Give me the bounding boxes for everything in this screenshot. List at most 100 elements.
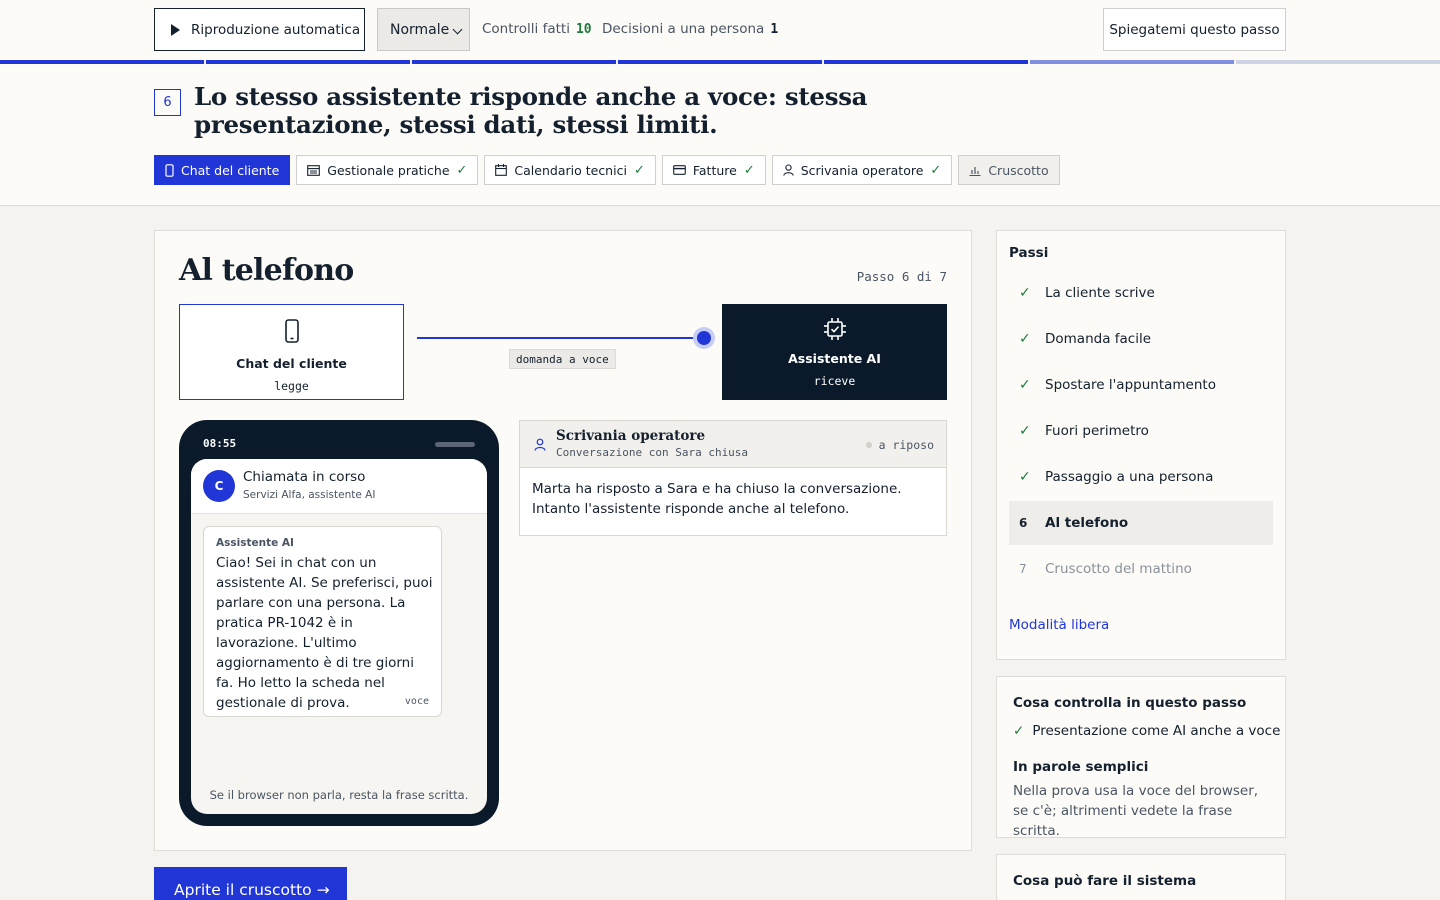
sidebar-step-label: Al telefono	[1045, 515, 1129, 531]
flow-source-node: Chat del cliente legge	[179, 304, 404, 400]
play-icon	[171, 23, 180, 36]
check-icon: ✓	[1019, 469, 1031, 485]
sidebar-step[interactable]: ✓ Passaggio a una persona	[1009, 455, 1273, 499]
phone-clock: 08:55	[203, 437, 237, 450]
free-mode-link[interactable]: Modalità libera	[1009, 617, 1109, 633]
check-item-label: Presentazione come AI anche a voce	[1032, 723, 1281, 739]
operator-panel-title: Scrivania operatore	[556, 428, 706, 444]
phone-icon	[284, 319, 299, 343]
call-subtitle: Servizi Alfa, assistente AI	[243, 489, 376, 501]
tab-label: Fatture	[692, 162, 737, 178]
tab-cruscotto[interactable]: Cruscotto	[958, 155, 1060, 185]
sidebar-step[interactable]: ✓ La cliente scrive	[1009, 271, 1273, 315]
tab-scrivania-operatore[interactable]: Scrivania operatore ✓	[771, 155, 953, 185]
tab-chat-del-cliente[interactable]: Chat del cliente	[154, 155, 291, 185]
step-number: 6	[1019, 516, 1028, 530]
avatar: C	[203, 470, 235, 502]
chevron-down-icon	[452, 24, 463, 35]
call-header: C Chiamata in corso Servizi Alfa, assist…	[191, 459, 487, 514]
plain-words-heading: In parole semplici	[1013, 759, 1149, 775]
decisions-stat: Decisioni a una persona 1	[602, 21, 778, 37]
main-card: Al telefono Passo 6 di 7 Chat del client…	[154, 230, 972, 851]
capabilities-panel: Cosa può fare il sistema	[996, 854, 1286, 900]
speed-select[interactable]: Normale	[377, 8, 470, 51]
check-icon: ✓	[1019, 285, 1031, 301]
steps-heading: Passi	[1009, 245, 1049, 261]
tab-gestionale-pratiche[interactable]: Gestionale pratiche ✓	[296, 155, 479, 185]
status-text: a riposo	[878, 438, 934, 452]
checks-heading: Cosa controlla in questo passo	[1013, 695, 1247, 711]
table-icon	[307, 164, 321, 176]
steps-list: ✓ La cliente scrive ✓ Domanda facile ✓ Sposta…	[1009, 271, 1273, 593]
sidebar-step-label: Passaggio a una persona	[1045, 469, 1214, 485]
tab-calendario-tecnici[interactable]: Calendario tecnici ✓	[484, 155, 656, 185]
operator-panel-subtitle: Conversazione con Sara chiusa	[556, 446, 749, 459]
sidebar-step[interactable]: 7 Cruscotto del mattino	[1009, 547, 1273, 591]
sidebar-step-label: Domanda facile	[1045, 331, 1152, 347]
flow-pulse-dot	[697, 331, 711, 345]
explain-step-button[interactable]: Spiegatemi questo passo	[1103, 8, 1286, 51]
user-icon	[782, 164, 794, 176]
sidebar-step[interactable]: ✓ Fuori perimetro	[1009, 409, 1273, 453]
tab-fatture[interactable]: Fatture ✓	[661, 155, 766, 185]
check-icon: ✓	[1013, 723, 1025, 739]
assistant-message: Assistente AI Ciao! Sei in chat con un a…	[203, 526, 442, 717]
step-counter: Passo 6 di 7	[856, 269, 947, 284]
check-icon: ✓	[633, 162, 645, 178]
step-number-badge: 6	[154, 89, 181, 116]
sidebar-step-label: Cruscotto del mattino	[1045, 561, 1192, 577]
sidebar-step[interactable]: ✓ Spostare l'appuntamento	[1009, 363, 1273, 407]
checks-label: Controlli fatti	[482, 21, 570, 37]
checks-panel: Cosa controlla in questo passo ✓ Present…	[996, 676, 1286, 839]
status-dot-icon	[865, 442, 872, 448]
autoplay-button[interactable]: Riproduzione automatica	[154, 8, 365, 51]
message-channel-tag: voce	[404, 696, 429, 707]
check-item: ✓ Presentazione come AI anche a voce	[1013, 723, 1280, 739]
operator-panel: Scrivania operatore Conversazione con Sa…	[519, 420, 947, 536]
check-icon: ✓	[1019, 423, 1031, 439]
checks-stat: Controlli fatti 10	[482, 21, 592, 37]
step-header: 6 Lo stesso assistente risponde anche a …	[0, 64, 1440, 206]
flow-target-sub: riceve	[813, 374, 856, 388]
phone-notch	[435, 442, 475, 447]
check-icon: ✓	[1019, 377, 1031, 393]
tab-label: Calendario tecnici	[514, 162, 627, 178]
call-title: Chiamata in corso	[243, 469, 366, 485]
calendar-icon	[495, 164, 508, 176]
flow-source-title: Chat del cliente	[236, 356, 347, 371]
sidebar-step[interactable]: ✓ Domanda facile	[1009, 317, 1273, 361]
sidebar-step[interactable]: 6 Al telefono	[1009, 501, 1273, 545]
phone-mockup: 08:55 C Chiamata in corso Servizi Alfa, …	[179, 420, 499, 826]
chip-icon	[823, 318, 846, 340]
phone-footer-note: Se il browser non parla, resta la frase …	[209, 788, 469, 802]
status-badge: a riposo	[865, 438, 934, 452]
step-number: 7	[1019, 562, 1027, 576]
flow-link-label: domanda a voce	[509, 349, 616, 369]
flow-target-node: Assistente AI riceve	[722, 304, 947, 400]
tab-label: Scrivania operatore	[800, 162, 924, 178]
check-icon: ✓	[456, 162, 468, 178]
section-heading: Al telefono	[179, 253, 354, 288]
checks-count: 10	[575, 22, 592, 37]
tab-label: Cruscotto	[988, 162, 1049, 178]
sidebar-step-label: Fuori perimetro	[1045, 423, 1149, 439]
steps-sidebar: Passi ✓ La cliente scrive ✓ Domanda facile ✓…	[996, 230, 1286, 660]
system-tabs: Chat del cliente Gestionale pratiche ✓ Cale…	[154, 155, 1060, 185]
check-icon: ✓	[743, 162, 755, 178]
plain-words-text: Nella prova usa la voce del browser, se …	[1013, 783, 1259, 839]
operator-panel-header: Scrivania operatore Conversazione con Sa…	[520, 421, 946, 468]
phone-screen: C Chiamata in corso Servizi Alfa, assist…	[191, 459, 487, 814]
flow-connector	[417, 337, 705, 339]
tab-label: Chat del cliente	[181, 162, 280, 178]
open-dashboard-button[interactable]: Aprite il cruscotto →	[154, 867, 347, 900]
flow-target-title: Assistente AI	[788, 351, 881, 366]
sidebar-step-label: Spostare l'appuntamento	[1045, 377, 1216, 393]
message-sender: Assistente AI	[216, 537, 294, 549]
capabilities-heading: Cosa può fare il sistema	[1013, 873, 1197, 889]
user-icon	[534, 438, 546, 451]
decisions-count: 1	[770, 22, 779, 37]
check-icon: ✓	[930, 162, 942, 178]
check-icon: ✓	[1019, 331, 1031, 347]
top-toolbar: Riproduzione automatica Normale Controll…	[0, 0, 1440, 60]
sidebar-step-label: La cliente scrive	[1045, 285, 1155, 301]
